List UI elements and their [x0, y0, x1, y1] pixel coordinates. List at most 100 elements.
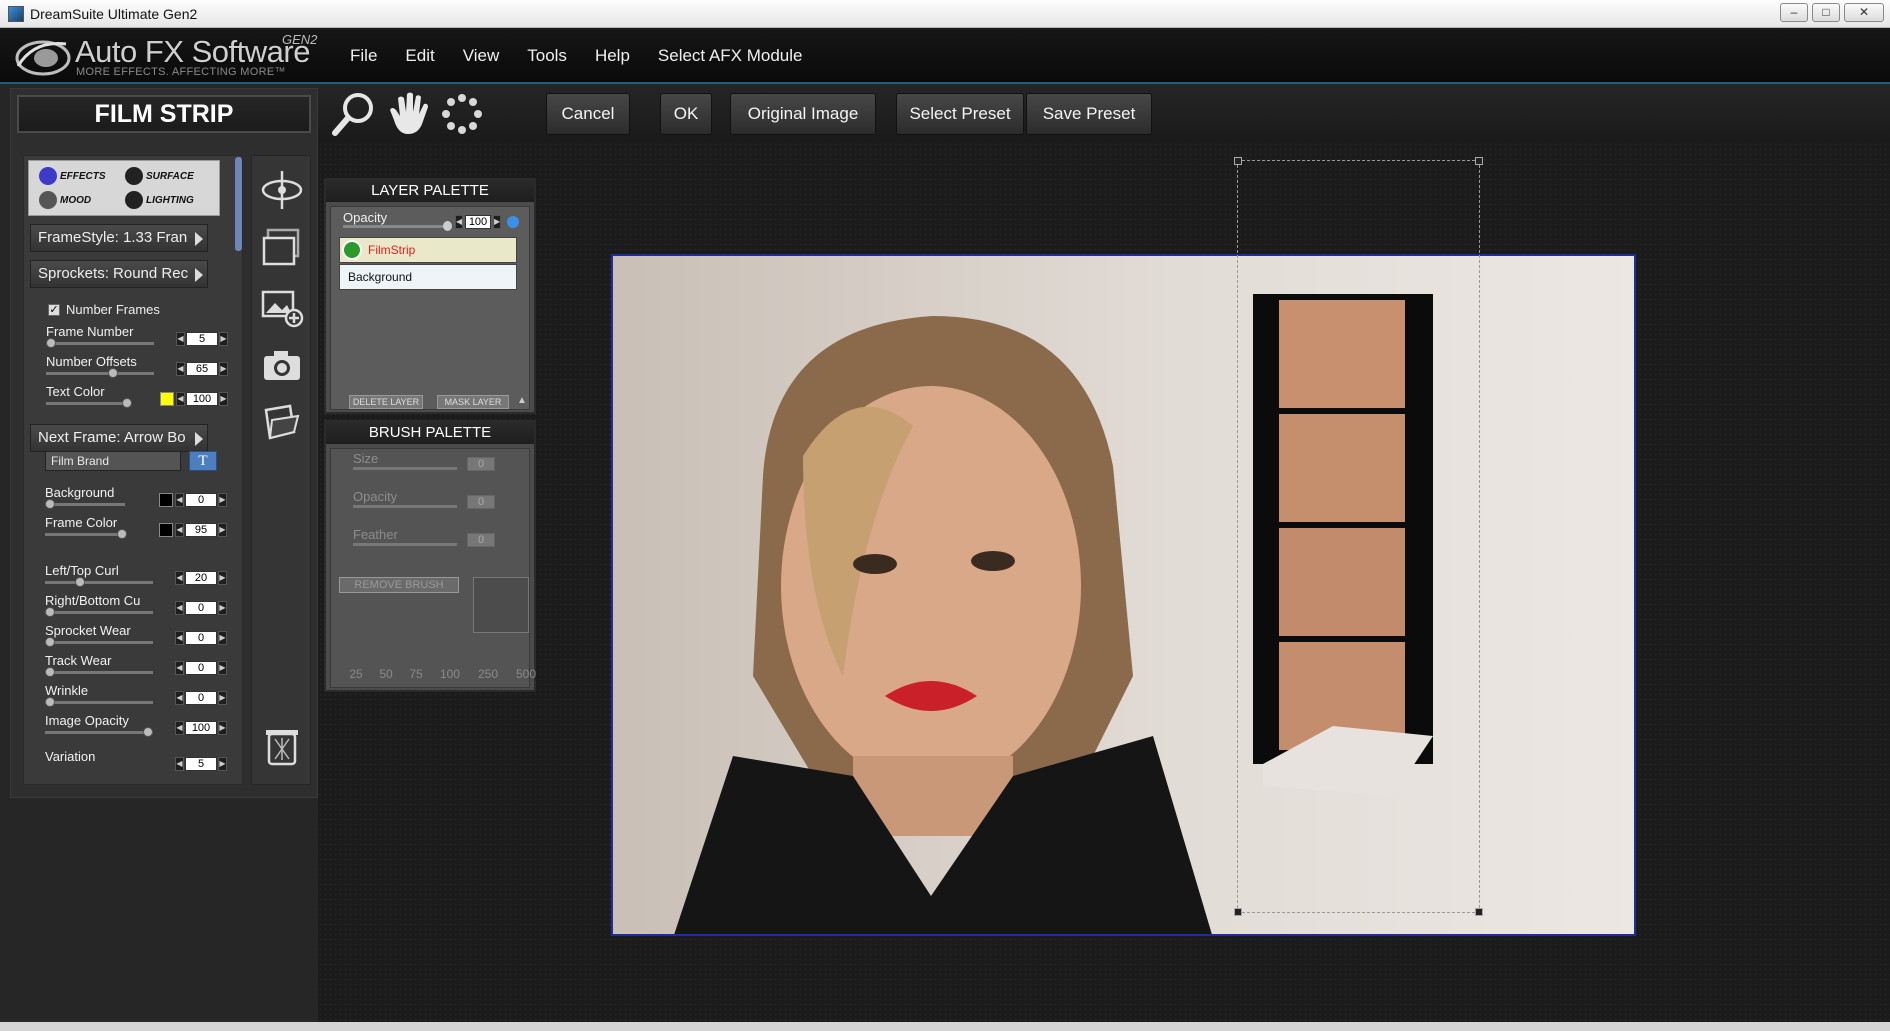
- layer-filmstrip[interactable]: FilmStrip: [339, 237, 517, 263]
- slider-knob[interactable]: [46, 338, 56, 348]
- slider-value[interactable]: 100: [185, 721, 217, 735]
- brush-feather-value[interactable]: 0: [467, 533, 495, 547]
- background-slider[interactable]: Background ◀ 0 ▶: [45, 485, 231, 513]
- image-opacity-slider[interactable]: Image Opacity ◀ 100 ▶: [45, 713, 231, 741]
- zoom-icon[interactable]: [330, 90, 378, 138]
- increment-button[interactable]: ▶: [219, 332, 228, 346]
- decrement-button[interactable]: ◀: [175, 721, 184, 735]
- decrement-button[interactable]: ◀: [175, 691, 184, 705]
- number-offsets-slider[interactable]: Number Offsets ◀ 65 ▶: [46, 354, 232, 382]
- slider-knob[interactable]: [117, 529, 127, 539]
- minimize-button[interactable]: –: [1780, 3, 1808, 22]
- slider-value[interactable]: 0: [185, 601, 217, 615]
- tab-mood[interactable]: MOOD: [39, 191, 91, 209]
- open-folder-icon[interactable]: [260, 402, 304, 446]
- increment-button[interactable]: ▶: [218, 493, 227, 507]
- opacity-track[interactable]: [343, 225, 447, 228]
- decrement-button[interactable]: ◀: [176, 362, 185, 376]
- slider-value[interactable]: 65: [186, 362, 218, 376]
- menu-select-afx-module[interactable]: Select AFX Module: [644, 44, 817, 68]
- resize-handle[interactable]: [1475, 908, 1483, 916]
- image-canvas[interactable]: [611, 254, 1636, 936]
- slider-value[interactable]: 0: [185, 493, 217, 507]
- brush-size-50[interactable]: 50: [371, 667, 401, 681]
- resize-handle[interactable]: [1475, 157, 1483, 165]
- slider-track[interactable]: [45, 671, 153, 674]
- decrement-button[interactable]: ◀: [175, 523, 184, 537]
- brush-size-75[interactable]: 75: [401, 667, 431, 681]
- trash-icon[interactable]: [260, 724, 304, 768]
- original-image-button[interactable]: Original Image: [730, 93, 876, 135]
- increment-button[interactable]: ▶: [218, 661, 227, 675]
- brush-size-25[interactable]: 25: [341, 667, 371, 681]
- resize-handle[interactable]: [1234, 908, 1242, 916]
- menu-view[interactable]: View: [449, 44, 514, 68]
- slider-track[interactable]: [45, 701, 153, 704]
- slider-knob[interactable]: [108, 368, 118, 378]
- tab-effects[interactable]: EFFECTS: [39, 167, 106, 185]
- slider-value[interactable]: 0: [185, 661, 217, 675]
- frame-color-slider[interactable]: Frame Color ◀ 95 ▶: [45, 515, 231, 543]
- slider-value[interactable]: 5: [186, 332, 218, 346]
- camera-icon[interactable]: [260, 344, 304, 388]
- frames-icon[interactable]: [260, 226, 304, 270]
- slider-knob[interactable]: [45, 637, 55, 647]
- brush-opacity-value[interactable]: 0: [467, 495, 495, 509]
- decrement-button[interactable]: ◀: [455, 215, 463, 229]
- frame-number-slider[interactable]: Frame Number ◀ 5 ▶: [46, 324, 232, 352]
- film-brand-text-input[interactable]: Film Brand: [45, 451, 181, 471]
- increment-button[interactable]: ▶: [218, 523, 227, 537]
- brush-feather-track[interactable]: [353, 543, 457, 546]
- brush-size-500[interactable]: 500: [507, 667, 545, 681]
- menu-tools[interactable]: Tools: [513, 44, 581, 68]
- sprocket-wear-slider[interactable]: Sprocket Wear ◀ 0 ▶: [45, 623, 231, 651]
- save-preset-button[interactable]: Save Preset: [1026, 93, 1152, 135]
- slider-track[interactable]: [45, 581, 153, 584]
- slider-knob[interactable]: [45, 607, 55, 617]
- up-down-arrows-icon[interactable]: ▲: [517, 395, 527, 406]
- track-wear-slider[interactable]: Track Wear ◀ 0 ▶: [45, 653, 231, 681]
- dotted-circle-icon[interactable]: [438, 90, 486, 138]
- increment-button[interactable]: ▶: [218, 757, 227, 771]
- wrinkle-slider[interactable]: Wrinkle ◀ 0 ▶: [45, 683, 231, 711]
- slider-value[interactable]: 5: [185, 757, 217, 771]
- layer-background[interactable]: Background: [339, 264, 517, 290]
- increment-button[interactable]: ▶: [218, 631, 227, 645]
- text-color-slider[interactable]: Text Color ◀ 100 ▶: [46, 384, 232, 412]
- next-frame-dropdown[interactable]: Next Frame: Arrow Bo: [30, 424, 208, 452]
- text-color-swatch[interactable]: [160, 392, 174, 406]
- mask-layer-button[interactable]: MASK LAYER: [437, 395, 509, 409]
- background-color-swatch[interactable]: [159, 493, 173, 507]
- decrement-button[interactable]: ◀: [175, 631, 184, 645]
- slider-knob[interactable]: [143, 727, 153, 737]
- decrement-button[interactable]: ◀: [175, 571, 184, 585]
- left-top-curl-slider[interactable]: Left/Top Curl ◀ 20 ▶: [45, 563, 231, 591]
- right-bottom-curl-slider[interactable]: Right/Bottom Cu ◀ 0 ▶: [45, 593, 231, 621]
- tab-lighting[interactable]: LIGHTING: [125, 191, 194, 209]
- add-image-tool[interactable]: [258, 284, 306, 332]
- add-image-icon[interactable]: [260, 286, 304, 330]
- increment-button[interactable]: ▶: [218, 721, 227, 735]
- frame-color-swatch[interactable]: [159, 523, 173, 537]
- increment-button[interactable]: ▶: [493, 215, 501, 229]
- slider-track[interactable]: [46, 372, 154, 375]
- increment-button[interactable]: ▶: [219, 392, 228, 406]
- slider-knob[interactable]: [75, 577, 85, 587]
- cancel-button[interactable]: Cancel: [546, 93, 630, 135]
- maximize-button[interactable]: □: [1812, 3, 1840, 22]
- slider-value[interactable]: 20: [185, 571, 217, 585]
- brush-size-track[interactable]: [353, 467, 457, 470]
- opacity-value[interactable]: 100: [465, 215, 491, 229]
- menu-help[interactable]: Help: [581, 44, 644, 68]
- slider-value[interactable]: 100: [186, 392, 218, 406]
- increment-button[interactable]: ▶: [218, 601, 227, 615]
- slider-value[interactable]: 0: [185, 631, 217, 645]
- opacity-knob[interactable]: [443, 221, 452, 231]
- controls-scrollbar[interactable]: [235, 157, 242, 251]
- decrement-button[interactable]: ◀: [175, 757, 184, 771]
- menu-edit[interactable]: Edit: [391, 44, 448, 68]
- transform-tool[interactable]: [258, 166, 306, 214]
- slider-knob[interactable]: [45, 499, 55, 509]
- selection-box[interactable]: [1234, 157, 1483, 916]
- sprockets-dropdown[interactable]: Sprockets: Round Rec: [30, 260, 208, 288]
